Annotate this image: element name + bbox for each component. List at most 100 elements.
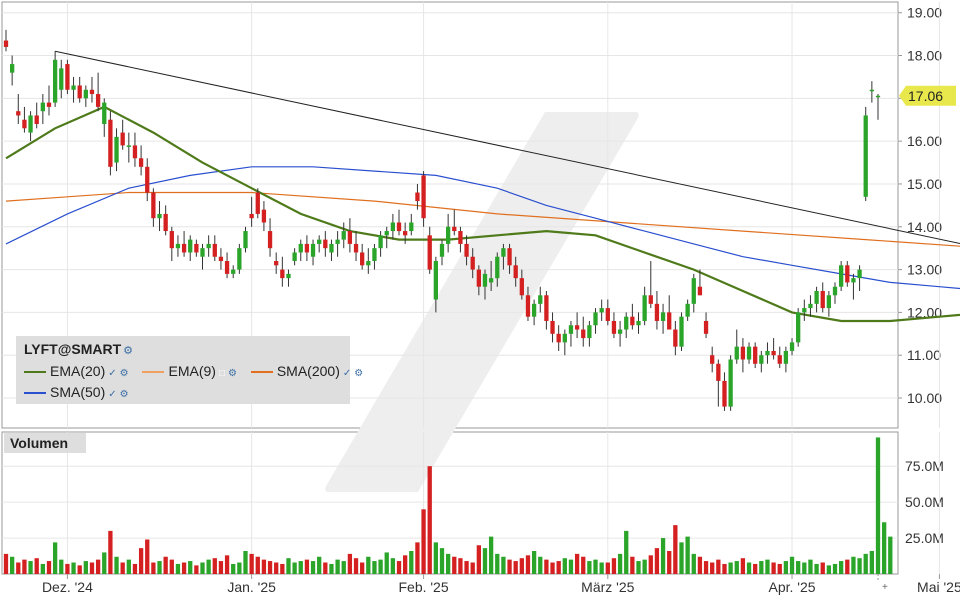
volume-bar — [857, 558, 862, 574]
volume-bar — [206, 559, 211, 574]
candle-body — [218, 256, 224, 262]
candle-body — [261, 209, 267, 223]
volume-bar — [458, 558, 463, 574]
gear-icon[interactable]: ⚙ — [120, 389, 129, 400]
volume-bar — [366, 556, 371, 574]
candle-body — [611, 320, 617, 334]
gear-icon[interactable]: ⚙ — [228, 368, 237, 379]
candle-body — [765, 350, 770, 356]
volume-bar — [746, 562, 752, 574]
candle-body — [703, 320, 709, 334]
legend-ema9[interactable]: EMA(9) □ ⚙ — [142, 363, 237, 379]
volume-bar — [22, 559, 27, 574]
candle-body — [378, 235, 383, 249]
chart-area[interactable]: 10.0011.0012.0013.0014.0015.0016.0017.00… — [0, 0, 960, 600]
candle-body — [95, 94, 101, 107]
candle-body — [286, 273, 291, 279]
volume-bar — [538, 556, 543, 574]
volume-bar — [851, 556, 856, 574]
gear-icon[interactable]: ⚙ — [123, 345, 133, 357]
volume-bar — [808, 559, 813, 574]
gear-icon[interactable]: ⚙ — [120, 368, 129, 379]
candle-body — [427, 235, 432, 270]
volume-bar — [267, 561, 273, 574]
candle-body — [734, 346, 739, 360]
candle-body — [519, 278, 524, 296]
candle-body — [458, 231, 463, 244]
volume-bar — [120, 562, 125, 574]
price-chart-svg[interactable]: 10.0011.0012.0013.0014.0015.0016.0017.00… — [0, 0, 960, 600]
volume-bar — [188, 561, 193, 574]
candle-body — [83, 89, 88, 99]
volume-bar — [728, 562, 733, 574]
volume-bar — [16, 562, 21, 574]
candle-body — [587, 325, 592, 339]
candle-body — [550, 320, 555, 334]
candle-body — [814, 290, 819, 304]
price-tick-label: 16.00 — [907, 133, 942, 149]
volume-bar — [163, 556, 168, 574]
legend-ema20[interactable]: EMA(20) ✓ ⚙ — [24, 363, 129, 379]
candle-body — [353, 243, 359, 253]
gear-icon[interactable]: ⚙ — [354, 368, 363, 379]
volume-bar — [630, 556, 635, 574]
checkbox-empty-icon[interactable]: □ — [219, 368, 225, 379]
volume-bar — [255, 556, 260, 574]
candle-body — [513, 265, 518, 279]
candle-body — [869, 89, 875, 92]
candle-body — [746, 346, 752, 360]
volume-bar — [347, 553, 353, 574]
candle-body — [574, 325, 580, 330]
volume-bar — [673, 525, 678, 574]
legend-symbol[interactable]: LYFT@SMART ⚙ — [24, 341, 133, 357]
volume-tick-label: 25.0M — [905, 530, 944, 546]
candle-body — [470, 256, 475, 270]
candle-body — [605, 308, 610, 321]
volume-tick-label: 50.0M — [905, 494, 944, 510]
volume-panel-title: Volumen — [4, 433, 86, 453]
candle-body — [759, 355, 764, 364]
ema20-swatch — [24, 371, 46, 374]
volume-bar — [261, 559, 267, 574]
volume-bar — [396, 561, 402, 574]
candle-body — [740, 346, 746, 360]
volume-bar — [114, 556, 119, 574]
volume-bar — [181, 562, 187, 574]
price-tick-label: 15.00 — [907, 176, 942, 192]
candle-body — [728, 359, 733, 407]
candle-body — [181, 243, 187, 253]
candle-body — [65, 64, 70, 90]
volume-bar — [329, 563, 334, 574]
candle-body — [138, 158, 144, 167]
volume-bar — [224, 555, 230, 574]
price-tick-label: 19.00 — [907, 5, 942, 21]
candle-body — [808, 303, 813, 309]
candle-body — [231, 269, 236, 274]
legend-sma50[interactable]: SMA(50) ✓ ⚙ — [24, 384, 129, 400]
volume-bar — [789, 556, 795, 574]
ema9-swatch — [142, 371, 165, 374]
volume-bar — [286, 558, 291, 574]
sma200-label: SMA(200) — [276, 363, 340, 379]
legend-sma200[interactable]: SMA(200) ✓ ⚙ — [250, 363, 363, 379]
volume-tick-label: 75.0M — [905, 458, 944, 474]
check-icon[interactable]: ✓ — [108, 368, 116, 379]
candle-body — [685, 303, 690, 317]
candle-body — [22, 119, 27, 129]
candle-body — [224, 261, 230, 274]
symbol-label: LYFT@SMART — [24, 341, 122, 357]
check-icon[interactable]: ✓ — [343, 368, 351, 379]
volume-bar — [169, 559, 174, 574]
volume-bar — [9, 556, 15, 574]
candle-body — [280, 269, 285, 279]
volume-bar — [519, 558, 524, 574]
volume-bar — [654, 548, 660, 574]
check-icon[interactable]: ✓ — [108, 389, 116, 400]
volume-bar — [249, 553, 254, 574]
volume-bar — [274, 562, 279, 574]
volume-bar — [292, 562, 297, 574]
ema9-label: EMA(9) — [168, 363, 216, 379]
volume-bar — [716, 559, 721, 574]
candle-body — [501, 248, 506, 257]
add-icon: + — [882, 582, 888, 593]
